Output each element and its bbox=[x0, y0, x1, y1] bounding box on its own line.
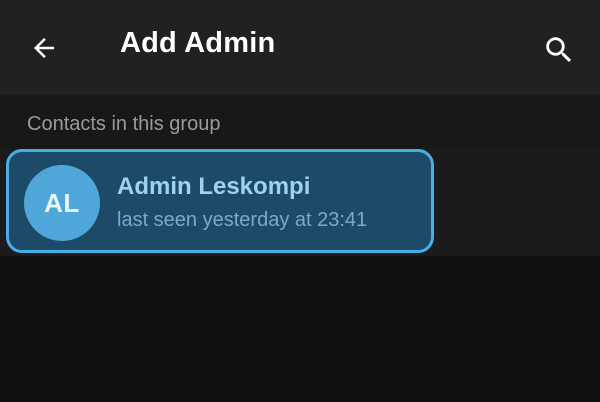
arrow-left-icon bbox=[34, 38, 54, 58]
contact-item[interactable]: AL Admin Leskompi last seen yesterday at… bbox=[6, 149, 434, 253]
search-button[interactable] bbox=[537, 28, 581, 72]
section-label: Contacts in this group bbox=[27, 113, 221, 135]
avatar-initials: AL bbox=[44, 187, 80, 218]
avatar: AL bbox=[24, 165, 100, 241]
contact-name: Admin Leskompi bbox=[117, 173, 311, 200]
contact-status: last seen yesterday at 23:41 bbox=[117, 209, 368, 231]
page-title: Add Admin bbox=[120, 27, 276, 59]
add-admin-screen: Add Admin Contacts in this group AL Admi… bbox=[0, 0, 600, 402]
app-bar: Add Admin bbox=[0, 0, 600, 95]
search-icon bbox=[546, 37, 572, 63]
back-button[interactable] bbox=[24, 28, 64, 68]
